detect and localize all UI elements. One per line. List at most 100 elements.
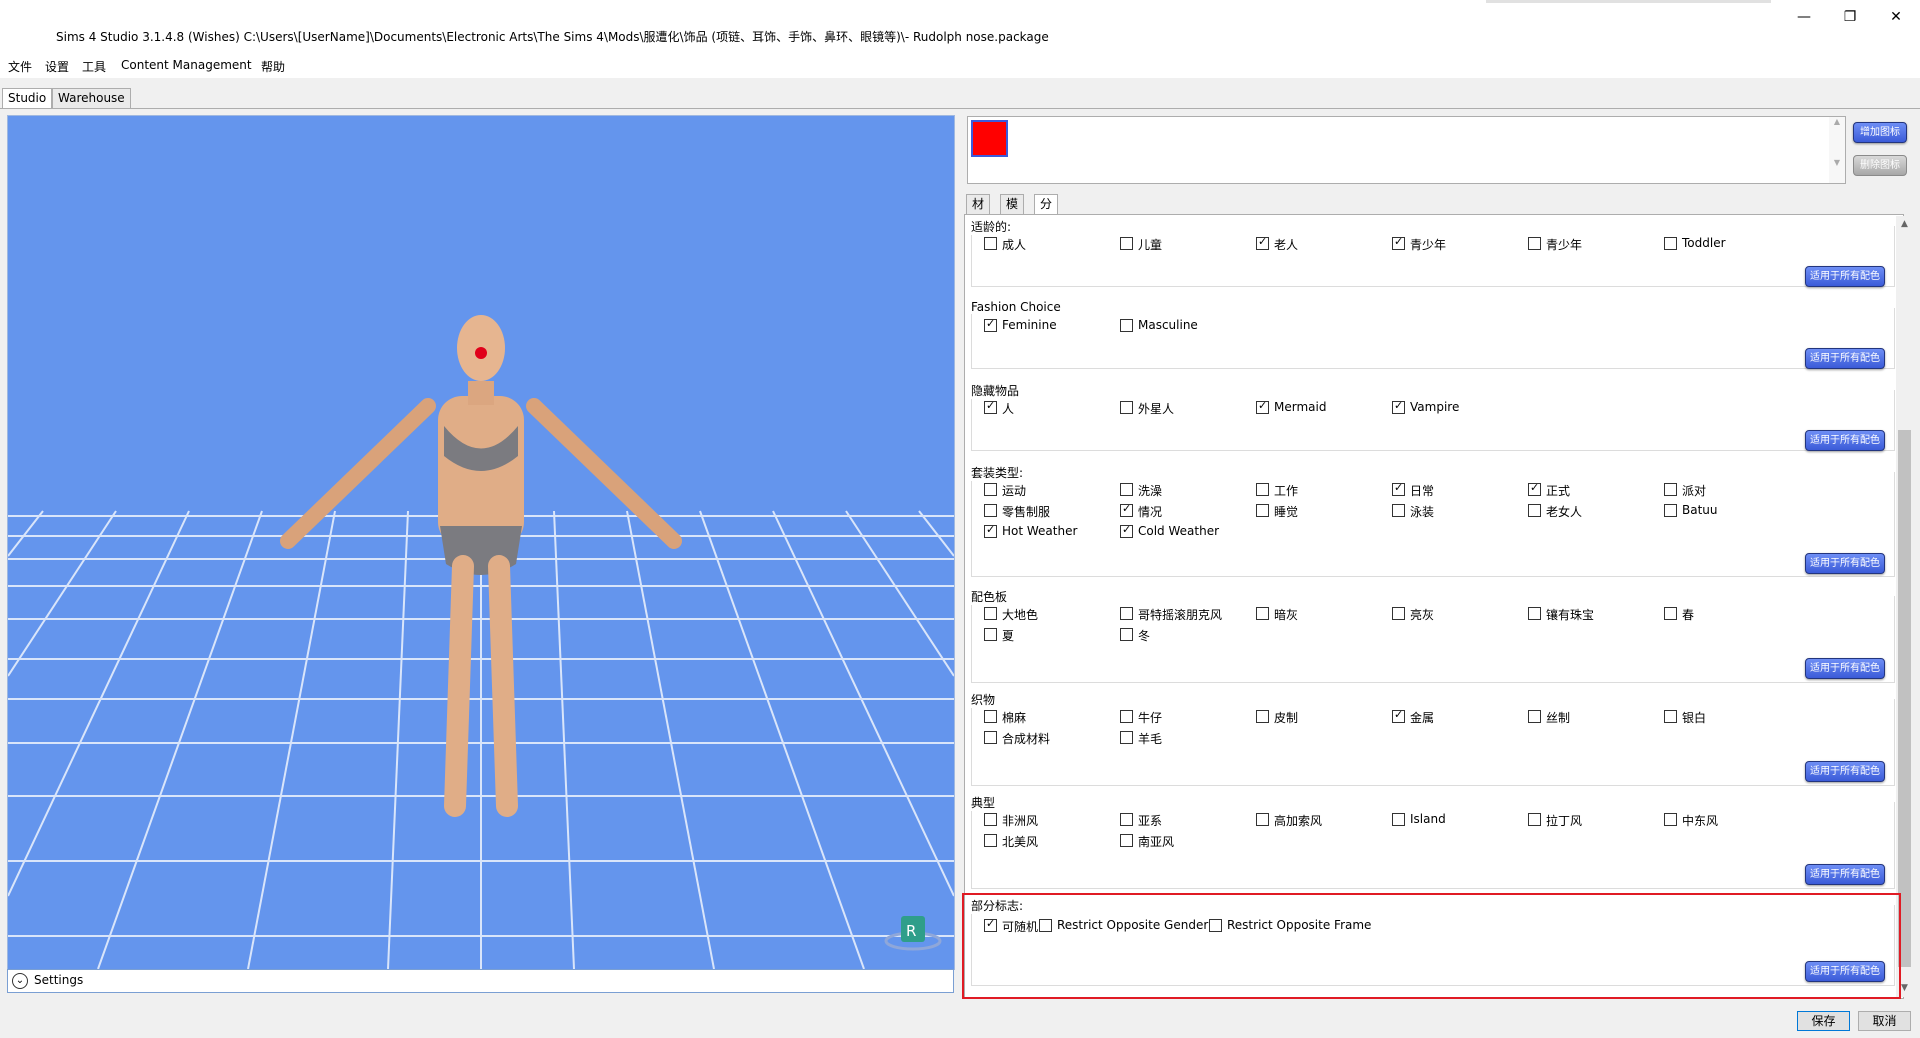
check-box[interactable] bbox=[1664, 813, 1677, 826]
chevron-down-icon[interactable]: ⌄ bbox=[12, 973, 28, 989]
check-box[interactable] bbox=[1120, 607, 1133, 620]
check-box[interactable] bbox=[1256, 710, 1269, 723]
menu-help[interactable]: 帮助 bbox=[261, 58, 285, 75]
swatch-scrollbar[interactable]: ▲ ▼ bbox=[1829, 117, 1845, 183]
check-box[interactable] bbox=[1528, 607, 1541, 620]
check-box[interactable] bbox=[1392, 813, 1405, 826]
check-box[interactable] bbox=[1528, 504, 1541, 517]
highlight-frame bbox=[962, 893, 1901, 999]
check-box[interactable] bbox=[1528, 710, 1541, 723]
titlebar-decoration bbox=[1486, 0, 1771, 3]
check-box[interactable] bbox=[1664, 607, 1677, 620]
check-box[interactable] bbox=[1528, 481, 1541, 496]
menu-file[interactable]: 文件 bbox=[8, 58, 32, 75]
check-box[interactable] bbox=[984, 399, 997, 414]
check-box[interactable] bbox=[1392, 235, 1405, 250]
swatch-list[interactable]: ▲ ▼ bbox=[967, 116, 1846, 184]
settings-label: Settings bbox=[34, 973, 84, 987]
check-box[interactable] bbox=[1664, 483, 1677, 496]
apply-all-button[interactable]: 适用于所有配色 bbox=[1805, 266, 1885, 287]
check-box[interactable] bbox=[1664, 504, 1677, 517]
check-box[interactable] bbox=[984, 710, 997, 723]
check-box[interactable] bbox=[984, 813, 997, 826]
red-nose bbox=[475, 347, 487, 359]
swatch-red[interactable] bbox=[971, 120, 1008, 157]
check-box[interactable] bbox=[1256, 399, 1269, 414]
check-box[interactable] bbox=[984, 483, 997, 496]
window-title: Sims 4 Studio 3.1.4.8 (Wishes) C:\Users\… bbox=[56, 30, 1049, 44]
check-box[interactable] bbox=[1392, 708, 1405, 723]
check-box[interactable] bbox=[984, 834, 997, 847]
menu-content-management[interactable]: Content Management bbox=[121, 58, 252, 72]
section-title: 套装类型: bbox=[971, 464, 1028, 481]
check-box[interactable] bbox=[1256, 607, 1269, 620]
section-title: 典型 bbox=[971, 794, 1000, 811]
check-box[interactable] bbox=[1256, 235, 1269, 250]
scrollbar-thumb[interactable] bbox=[1898, 430, 1911, 967]
check-box[interactable] bbox=[1120, 710, 1133, 723]
add-swatch-button[interactable]: 增加图标 bbox=[1853, 122, 1907, 143]
cancel-button[interactable]: 取消 bbox=[1858, 1011, 1911, 1031]
check-box[interactable] bbox=[1120, 237, 1133, 250]
check-box[interactable] bbox=[1392, 504, 1405, 517]
tab-model[interactable]: 模型 bbox=[1000, 194, 1025, 230]
check-box[interactable] bbox=[984, 237, 997, 250]
check-box[interactable] bbox=[1528, 813, 1541, 826]
check-box[interactable] bbox=[1664, 237, 1677, 250]
menu-settings[interactable]: 设置 bbox=[45, 58, 69, 75]
check-box[interactable] bbox=[984, 731, 997, 744]
section-age: 适龄的: 成人 儿童 老人 青少年 青少年 Toddler 适用于所有配色 bbox=[971, 218, 1895, 296]
settings-bar[interactable]: ⌄ Settings bbox=[7, 969, 954, 993]
check-box[interactable] bbox=[1120, 731, 1133, 744]
section-fabric: 织物 棉麻 牛仔 皮制 金属 丝制 银白 合成材料 羊毛 适用于所有配色 bbox=[971, 691, 1895, 791]
apply-all-button[interactable]: 适用于所有配色 bbox=[1805, 658, 1885, 679]
scroll-up-icon[interactable]: ▲ bbox=[1896, 216, 1913, 233]
check-box[interactable] bbox=[1256, 813, 1269, 826]
tab-warehouse[interactable]: Warehouse bbox=[52, 88, 131, 109]
check-box[interactable] bbox=[1392, 481, 1405, 496]
floor-grid bbox=[8, 510, 954, 969]
check-box[interactable] bbox=[984, 504, 997, 517]
check-box[interactable] bbox=[1120, 628, 1133, 641]
save-button[interactable]: 保存 bbox=[1797, 1011, 1850, 1031]
check-box[interactable] bbox=[1256, 504, 1269, 517]
preview-viewport[interactable]: R bbox=[7, 115, 955, 970]
close-button[interactable]: ✕ bbox=[1882, 6, 1910, 28]
apply-all-button[interactable]: 适用于所有配色 bbox=[1805, 430, 1885, 451]
apply-all-button[interactable]: 适用于所有配色 bbox=[1805, 553, 1885, 574]
check-box[interactable] bbox=[1392, 607, 1405, 620]
apply-all-button[interactable]: 适用于所有配色 bbox=[1805, 761, 1885, 782]
check-box[interactable] bbox=[1120, 319, 1133, 332]
check-box[interactable] bbox=[984, 628, 997, 641]
tab-studio[interactable]: Studio bbox=[2, 88, 53, 109]
category-panel: 适龄的: 成人 儿童 老人 青少年 青少年 Toddler 适用于所有配色 Fa… bbox=[964, 214, 1904, 999]
check-box[interactable] bbox=[1120, 401, 1133, 414]
section-title: 适龄的: bbox=[971, 218, 1016, 235]
tab-category[interactable]: 分类 bbox=[1034, 194, 1059, 230]
restore-button[interactable]: ❐ bbox=[1836, 6, 1864, 28]
remove-swatch-button[interactable]: 删除图标 bbox=[1853, 155, 1907, 176]
minimize-button[interactable]: — bbox=[1790, 6, 1818, 28]
check-box[interactable] bbox=[1120, 834, 1133, 847]
check-box[interactable] bbox=[984, 523, 997, 538]
check-box[interactable] bbox=[1120, 483, 1133, 496]
category-scrollbar[interactable]: ▲ ▼ bbox=[1896, 216, 1913, 997]
check-box[interactable] bbox=[1120, 813, 1133, 826]
apply-all-button[interactable]: 适用于所有配色 bbox=[1805, 348, 1885, 369]
check-box[interactable] bbox=[1120, 523, 1133, 538]
apply-all-button[interactable]: 适用于所有配色 bbox=[1805, 864, 1885, 885]
check-box[interactable] bbox=[1256, 483, 1269, 496]
section-occult: 隐藏物品 人 外星人 Mermaid Vampire 适用于所有配色 bbox=[971, 382, 1895, 460]
check-box[interactable] bbox=[984, 317, 997, 332]
check-box[interactable] bbox=[1664, 710, 1677, 723]
check-box[interactable] bbox=[1392, 399, 1405, 414]
check-box[interactable] bbox=[984, 607, 997, 620]
section-title: 隐藏物品 bbox=[971, 382, 1024, 399]
section-palette: 配色板 大地色 哥特摇滚朋克风 暗灰 亮灰 镶有珠宝 春 夏 冬 适用于所有配色 bbox=[971, 588, 1895, 688]
section-title: 配色板 bbox=[971, 588, 1012, 605]
tab-material[interactable]: 材质 bbox=[966, 194, 991, 230]
check-box[interactable] bbox=[1528, 237, 1541, 250]
menu-tools[interactable]: 工具 bbox=[82, 58, 106, 75]
check-box[interactable] bbox=[1120, 502, 1133, 517]
section-style: 典型 非洲风 亚系 高加索风 Island 拉丁风 中东风 北美风 南亚风 适用… bbox=[971, 794, 1895, 894]
